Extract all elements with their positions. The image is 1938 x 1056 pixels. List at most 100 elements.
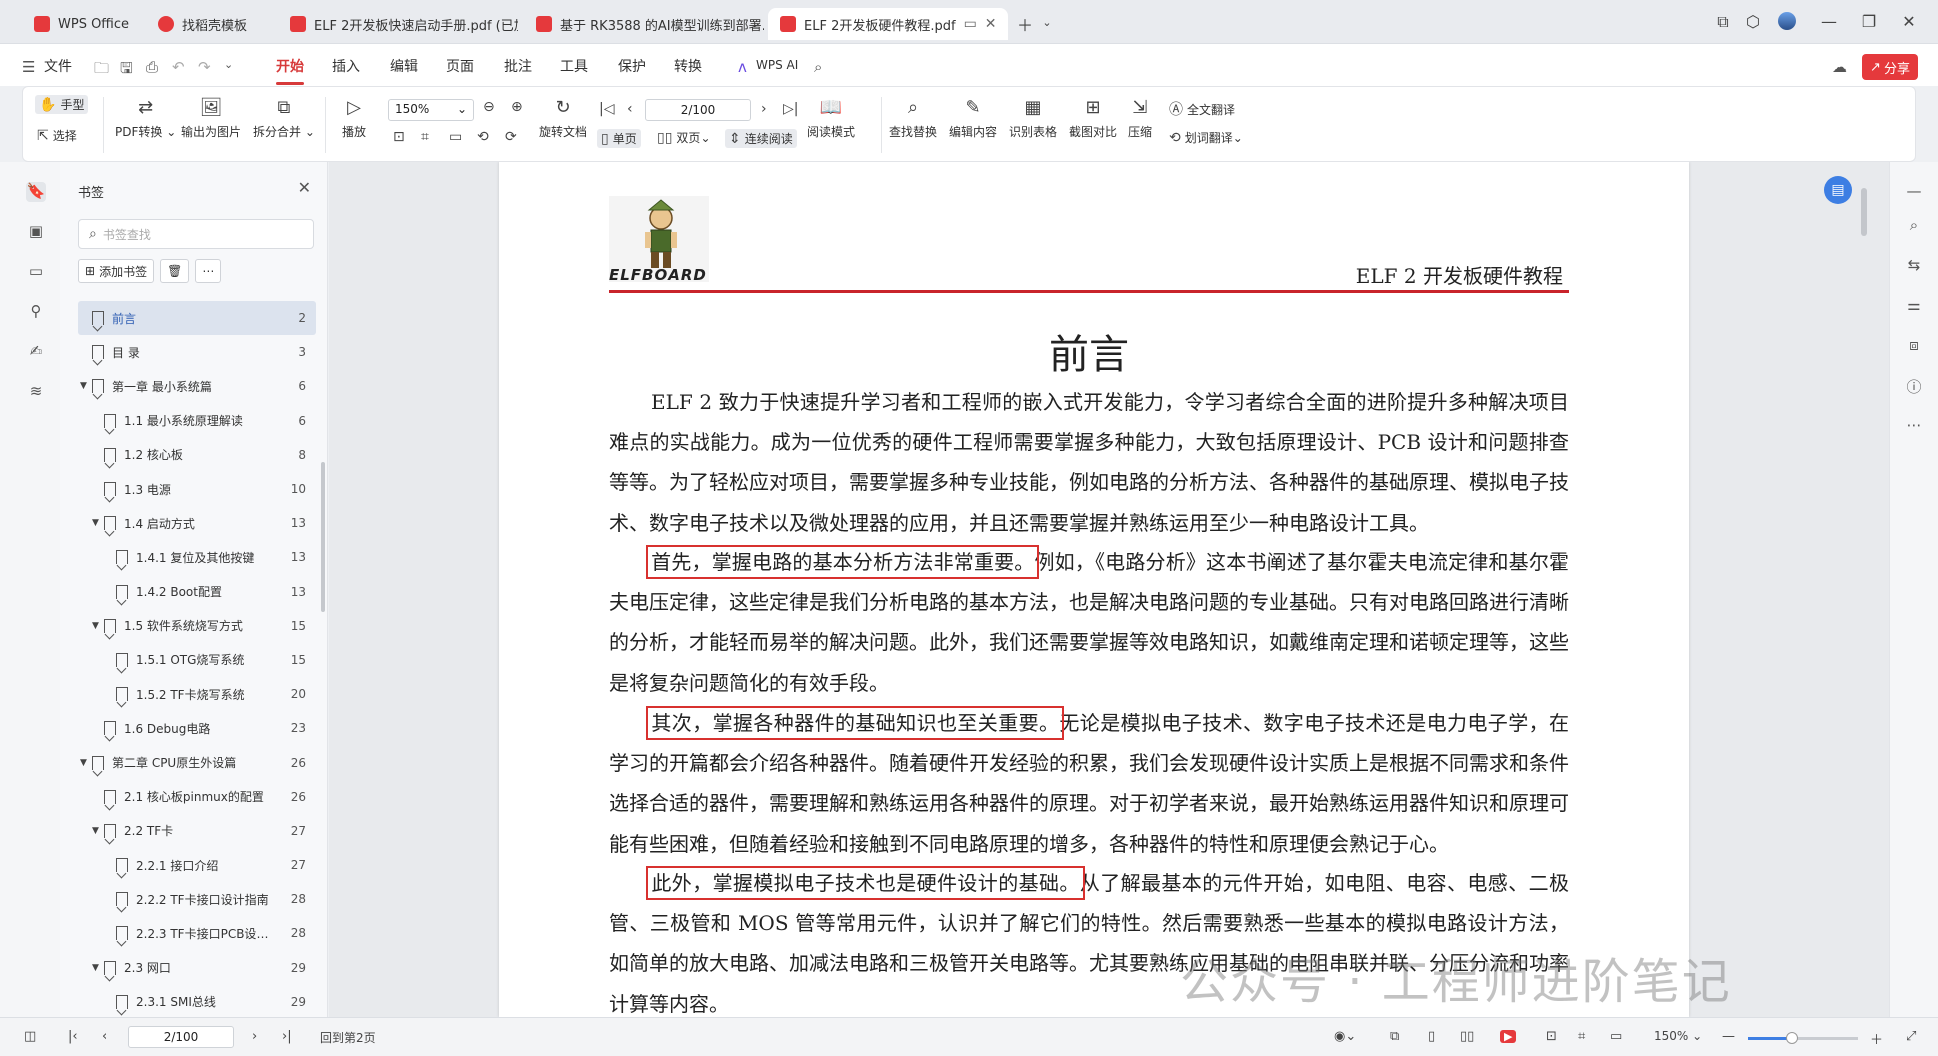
continuous-view-icon[interactable]: ⧉ bbox=[1390, 1029, 1399, 1044]
bookmark-item[interactable]: 1.1 最小系统原理解读 6 bbox=[78, 404, 316, 438]
rotate-doc-button[interactable]: ↻ 旋转文档 bbox=[539, 95, 587, 140]
expand-toggle-icon[interactable]: ▼ bbox=[92, 826, 102, 836]
expand-toggle-icon[interactable]: ▼ bbox=[92, 621, 102, 631]
thumbnail-icon[interactable]: ▣ bbox=[26, 222, 46, 242]
close-window-icon[interactable]: ✕ bbox=[1898, 12, 1920, 31]
folder-icon[interactable]: 🗀 bbox=[94, 58, 109, 83]
menu-wps-ai[interactable]: WPS AI bbox=[756, 58, 798, 72]
menu-file[interactable]: 文件 bbox=[44, 56, 72, 76]
restore-icon[interactable]: ❐ bbox=[1858, 12, 1880, 31]
menu-icon[interactable]: ☰ bbox=[22, 58, 35, 76]
layers-icon[interactable]: ≋ bbox=[26, 382, 46, 402]
hand-tool-button[interactable]: ✋ 手型 bbox=[35, 95, 89, 114]
read-icon[interactable]: ⧈ bbox=[1904, 336, 1924, 354]
bookmark-item[interactable]: 2.2.2 TF卡接口设计指南 28 bbox=[78, 882, 316, 916]
rotate-left-icon[interactable]: ⟲ bbox=[477, 129, 493, 145]
menu-edit[interactable]: 编辑 bbox=[390, 56, 418, 76]
chevron-down-icon[interactable]: ⌄ bbox=[224, 58, 233, 71]
zoom-out-icon[interactable]: — bbox=[1722, 1029, 1735, 1044]
share-button[interactable]: ↗ 分享 bbox=[1862, 54, 1918, 80]
comment-icon[interactable]: ▭ bbox=[26, 262, 46, 282]
menu-insert[interactable]: 插入 bbox=[332, 56, 360, 76]
next-page-icon[interactable]: › bbox=[761, 101, 771, 117]
expand-toggle-icon[interactable]: ▼ bbox=[80, 758, 90, 768]
save-icon[interactable]: 🖫 bbox=[120, 58, 133, 83]
bookmark-item[interactable]: 1.2 核心板 8 bbox=[78, 438, 316, 472]
help-icon[interactable]: ⓘ bbox=[1904, 376, 1924, 397]
expand-toggle-icon[interactable]: ▼ bbox=[80, 381, 90, 391]
menu-convert[interactable]: 转换 bbox=[674, 56, 702, 76]
more-button[interactable]: ⋯ bbox=[195, 259, 222, 283]
more-icon[interactable]: ⋯ bbox=[1904, 416, 1924, 434]
menu-page[interactable]: 页面 bbox=[446, 56, 474, 76]
play-button[interactable]: ▷ 播放 bbox=[341, 95, 367, 140]
bookmark-item[interactable]: ▼ 2.3 网口 29 bbox=[78, 951, 316, 985]
bookmark-item[interactable]: 1.3 电源 10 bbox=[78, 472, 316, 506]
sidebar-toggle-icon[interactable]: ◫ bbox=[24, 1029, 36, 1044]
eye-icon[interactable]: ◉⌄ bbox=[1334, 1029, 1356, 1044]
next-page-icon[interactable]: › bbox=[252, 1029, 257, 1044]
pin-icon[interactable]: ▭ bbox=[956, 16, 977, 32]
scrollbar[interactable] bbox=[321, 462, 325, 612]
zoom-select[interactable]: 150% ⌄ bbox=[1654, 1029, 1702, 1043]
close-icon[interactable]: ✕ bbox=[298, 178, 311, 197]
page-number-input[interactable]: 2/100 bbox=[645, 99, 751, 121]
document-viewport[interactable]: ELFBOARD ELF 2 开发板硬件教程 前言 ELF 2 致力于快速提升学… bbox=[329, 162, 1889, 1017]
select-tool-button[interactable]: ⇱ 选择 bbox=[37, 127, 77, 144]
menu-comment[interactable]: 批注 bbox=[504, 56, 532, 76]
double-page-icon[interactable]: ▯▯ bbox=[1460, 1029, 1474, 1044]
print-icon[interactable]: ⎙ bbox=[146, 58, 158, 76]
recognize-table-button[interactable]: ▦ 识别表格 bbox=[1009, 95, 1057, 140]
tab-rk3588-pdf[interactable]: 基于 RK3588 的AI模型训练到部署.p bbox=[524, 8, 764, 40]
export-image-button[interactable]: 🖼 输出为图片 bbox=[181, 95, 241, 140]
bookmark-item[interactable]: 1.6 Debug电路 23 bbox=[78, 711, 316, 745]
tab-quickstart-pdf[interactable]: ELF 2开发板快速启动手册.pdf (已加 bbox=[278, 8, 518, 40]
full-translate-button[interactable]: Ⓐ 全文翻译 bbox=[1169, 99, 1235, 119]
bookmark-search-input[interactable]: ⌕ 书签查找 bbox=[78, 219, 314, 249]
play-icon[interactable]: ▶ bbox=[1500, 1030, 1517, 1043]
word-translate-button[interactable]: ⟲ 划词翻译 ⌄ bbox=[1169, 129, 1243, 146]
tab-wps-office[interactable]: WPS Office bbox=[22, 8, 140, 40]
bookmark-item[interactable]: 2.3.1 SMI总线 29 bbox=[78, 985, 316, 1017]
fit-width-icon[interactable]: ⊡ bbox=[1546, 1029, 1557, 1044]
floating-tool-button[interactable]: ▤ bbox=[1824, 176, 1852, 204]
fullscreen-icon[interactable]: ⤢ bbox=[1906, 1029, 1916, 1044]
fit-width-icon[interactable]: ▭ bbox=[449, 129, 466, 145]
fit-page-icon[interactable]: ⌗ bbox=[421, 129, 433, 145]
cloud-upload-icon[interactable]: ☁ bbox=[1832, 58, 1847, 76]
bookmark-item[interactable]: 2.2.1 接口介绍 27 bbox=[78, 848, 316, 882]
zoom-select[interactable]: 150% ⌄ bbox=[388, 99, 474, 121]
minimize-icon[interactable]: — bbox=[1818, 12, 1840, 31]
single-page-icon[interactable]: ▯ bbox=[1428, 1029, 1435, 1044]
prev-page-icon[interactable]: ‹ bbox=[102, 1029, 107, 1044]
bookmark-item[interactable]: 1.4.2 Boot配置 13 bbox=[78, 575, 316, 609]
translate-icon[interactable]: ⇆ bbox=[1904, 256, 1924, 274]
last-page-icon[interactable]: ›| bbox=[282, 1029, 292, 1044]
tab-template[interactable]: 找稻壳模板 bbox=[146, 8, 272, 40]
bookmark-item[interactable]: 目 录 3 bbox=[78, 335, 316, 369]
bookmark-item[interactable]: ▼ 第一章 最小系统篇 6 bbox=[78, 369, 316, 403]
attachment-icon[interactable]: ⚲ bbox=[26, 302, 46, 322]
bookmark-item[interactable]: 1.5.2 TF卡烧写系统 20 bbox=[78, 677, 316, 711]
undo-icon[interactable]: ↶ bbox=[172, 58, 185, 76]
menu-protect[interactable]: 保护 bbox=[618, 56, 646, 76]
vertical-scrollbar[interactable] bbox=[1858, 162, 1868, 1017]
bookmark-item[interactable]: 2.2.3 TF卡接口PCB设计指南 28 bbox=[78, 916, 316, 950]
zoom-out-icon[interactable]: ⊖ bbox=[483, 99, 499, 115]
menu-tools[interactable]: 工具 bbox=[560, 56, 588, 76]
chevron-down-icon[interactable]: ⌄ bbox=[1036, 16, 1058, 29]
last-page-icon[interactable]: ▷| bbox=[783, 101, 802, 117]
avatar[interactable] bbox=[1776, 12, 1798, 34]
new-tab-icon[interactable]: ＋ bbox=[1014, 12, 1036, 36]
zoom-in-icon[interactable]: ⊕ bbox=[511, 99, 527, 115]
first-page-icon[interactable]: |‹ bbox=[68, 1029, 78, 1044]
compress-button[interactable]: ⇲ 压缩 bbox=[1127, 95, 1153, 140]
signature-icon[interactable]: ✍ bbox=[26, 342, 46, 362]
search-icon[interactable]: ⌕ bbox=[1904, 216, 1924, 234]
prev-page-icon[interactable]: ‹ bbox=[627, 101, 637, 117]
rotate-right-icon[interactable]: ⟳ bbox=[505, 129, 521, 145]
delete-bookmark-button[interactable]: 🗑 bbox=[160, 259, 190, 283]
find-replace-button[interactable]: ⌕ 查找替换 bbox=[889, 95, 937, 140]
first-page-icon[interactable]: |◁ bbox=[599, 101, 618, 117]
actual-size-icon[interactable]: ▭ bbox=[1610, 1029, 1622, 1044]
